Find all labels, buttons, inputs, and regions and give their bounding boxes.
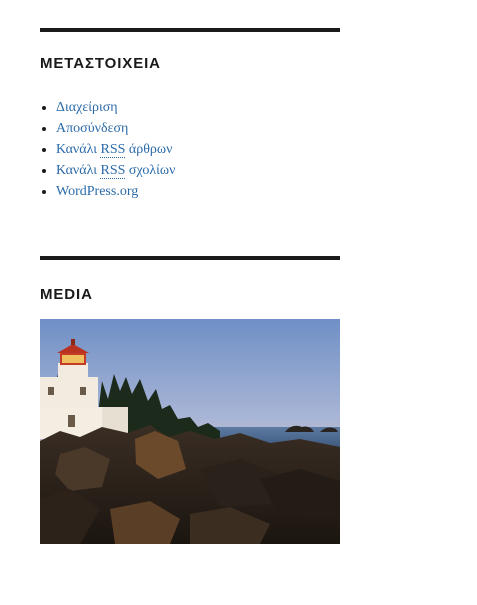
link-text-suffix: άρθρων [125, 142, 173, 157]
widget-divider [40, 256, 340, 260]
link-text-prefix: Κανάλι [56, 163, 101, 178]
meta-links-list: Διαχείριση Αποσύνδεση Κανάλι RSS άρθρων … [40, 97, 340, 202]
link-text-suffix: σχολίων [125, 163, 176, 178]
rss-abbr: RSS [100, 163, 126, 179]
wordpress-org-link[interactable]: WordPress.org [56, 184, 138, 199]
meta-widget: ΜΕΤΑΣΤΟΙΧΕΙΑ Διαχείριση Αποσύνδεση Κανάλ… [40, 28, 340, 202]
list-item: Διαχείριση [56, 97, 340, 118]
rss-abbr: RSS [100, 142, 126, 158]
meta-widget-title: ΜΕΤΑΣΤΟΙΧΕΙΑ [40, 55, 161, 72]
logout-link[interactable]: Αποσύνδεση [56, 121, 128, 136]
posts-rss-feed-link[interactable]: Κανάλι RSS άρθρων [56, 142, 172, 158]
media-widget: MEDIA [40, 256, 340, 544]
lighthouse-image[interactable] [40, 319, 340, 544]
list-item: Κανάλι RSS σχολίων [56, 160, 340, 181]
list-item: Κανάλι RSS άρθρων [56, 139, 340, 160]
admin-link[interactable]: Διαχείριση [56, 100, 118, 115]
list-item: Αποσύνδεση [56, 118, 340, 139]
media-widget-title: MEDIA [40, 286, 93, 303]
link-text-prefix: Κανάλι [56, 142, 101, 157]
widget-divider [40, 28, 340, 32]
comments-rss-feed-link[interactable]: Κανάλι RSS σχολίων [56, 163, 175, 179]
list-item: WordPress.org [56, 181, 340, 202]
